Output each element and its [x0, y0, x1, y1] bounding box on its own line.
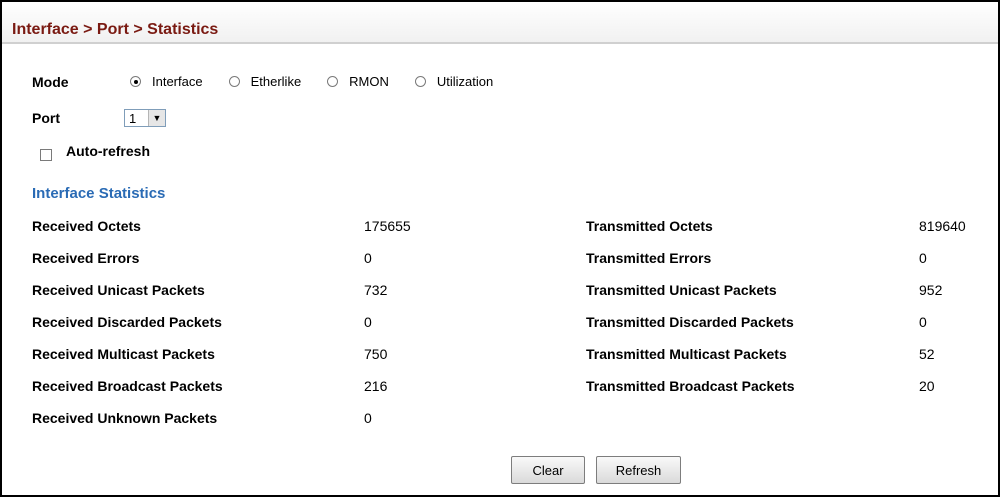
transmitted-octets-value: 819640 — [919, 218, 966, 234]
transmitted-multicast-value: 52 — [919, 346, 935, 362]
received-errors-label: Received Errors — [32, 250, 140, 266]
transmitted-discarded-label: Transmitted Discarded Packets — [586, 314, 794, 330]
auto-refresh-checkbox[interactable] — [40, 149, 52, 161]
mode-label: Mode — [32, 74, 69, 90]
clear-button[interactable]: Clear — [511, 456, 585, 484]
received-octets-value: 175655 — [364, 218, 411, 234]
received-discarded-value: 0 — [364, 314, 372, 330]
received-unknown-value: 0 — [364, 410, 372, 426]
page-title: Interface > Port > Statistics — [12, 21, 219, 38]
received-discarded-label: Received Discarded Packets — [32, 314, 222, 330]
radio-button-utilization[interactable] — [414, 76, 426, 87]
mode-option-label: RMON — [349, 74, 389, 89]
auto-refresh-label: Auto-refresh — [66, 143, 151, 159]
port-label: Port — [32, 110, 60, 126]
received-broadcast-value: 216 — [364, 378, 388, 394]
transmitted-broadcast-label: Transmitted Broadcast Packets — [586, 378, 795, 394]
mode-option-interface[interactable]: Interface — [130, 74, 203, 89]
received-multicast-label: Received Multicast Packets — [32, 346, 215, 362]
received-errors-value: 0 — [364, 250, 372, 266]
received-unicast-label: Received Unicast Packets — [32, 282, 205, 298]
section-title: Interface Statistics — [32, 185, 166, 202]
chevron-down-icon[interactable]: ▼ — [148, 110, 165, 126]
transmitted-errors-value: 0 — [919, 250, 927, 266]
radio-button-etherlike[interactable] — [228, 76, 240, 87]
mode-radio-group: Interface Etherlike RMON Utilization — [130, 74, 519, 89]
transmitted-discarded-value: 0 — [919, 314, 927, 330]
title-bar: Interface > Port > Statistics — [2, 2, 998, 44]
received-broadcast-label: Received Broadcast Packets — [32, 378, 223, 394]
received-unknown-label: Received Unknown Packets — [32, 410, 218, 426]
port-select[interactable]: 1 ▼ — [124, 109, 166, 127]
transmitted-unicast-label: Transmitted Unicast Packets — [586, 282, 777, 298]
mode-option-label: Interface — [152, 74, 203, 89]
mode-option-label: Utilization — [436, 74, 494, 89]
mode-option-label: Etherlike — [250, 74, 302, 89]
received-unicast-value: 732 — [364, 282, 388, 298]
mode-option-etherlike[interactable]: Etherlike — [228, 74, 302, 89]
transmitted-multicast-label: Transmitted Multicast Packets — [586, 346, 787, 362]
mode-option-rmon[interactable]: RMON — [327, 74, 389, 89]
mode-option-utilization[interactable]: Utilization — [414, 74, 494, 89]
radio-button-interface[interactable] — [130, 76, 141, 87]
transmitted-octets-label: Transmitted Octets — [586, 218, 713, 234]
transmitted-errors-label: Transmitted Errors — [586, 250, 712, 266]
transmitted-unicast-value: 952 — [919, 282, 943, 298]
transmitted-broadcast-value: 20 — [919, 378, 935, 394]
radio-button-rmon[interactable] — [327, 76, 339, 87]
statistics-panel: Interface > Port > Statistics Mode Inter… — [0, 0, 1000, 497]
port-select-value: 1 — [129, 110, 137, 126]
received-multicast-value: 750 — [364, 346, 388, 362]
received-octets-label: Received Octets — [32, 218, 141, 234]
refresh-button[interactable]: Refresh — [596, 456, 681, 484]
